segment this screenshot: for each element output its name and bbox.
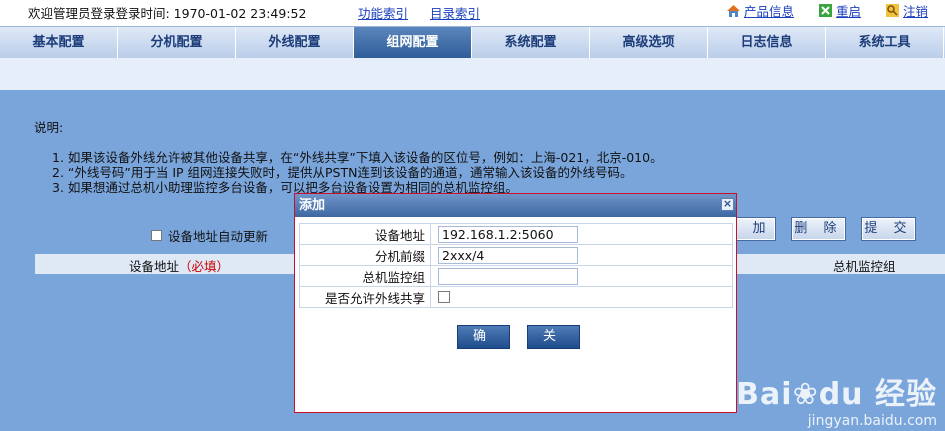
logout-link[interactable]: 注销 xyxy=(885,1,928,20)
monitor-group-cell xyxy=(430,265,733,287)
allow-trunk-share-checkbox[interactable] xyxy=(438,291,450,303)
logout-label: 注销 xyxy=(903,4,929,19)
watermark-brand-cn: 经验 xyxy=(875,377,937,412)
column-device-address: 设备地址（必填） xyxy=(129,256,229,275)
watermark-brand2: du xyxy=(818,377,864,412)
required-mark: （必填） xyxy=(179,259,230,274)
product-info-label: 产品信息 xyxy=(744,4,795,19)
tab-log-info[interactable]: 日志信息 xyxy=(708,27,826,58)
extension-prefix-input[interactable]: 2xxx/4 xyxy=(438,246,578,264)
restart-label: 重启 xyxy=(836,4,862,19)
tab-network-config[interactable]: 组网配置 xyxy=(354,27,472,58)
note-item: 2. “外线号码”用于当 IP 组网连接失败时，提供从PSTN连到该设备的通道，… xyxy=(52,165,633,180)
notes-list: 1. 如果该设备外线允许被其他设备共享，在“外线共享”下填入该设备的区位号，例如… xyxy=(52,150,663,195)
home-icon xyxy=(726,3,741,18)
device-address-cell: 192.168.1.2:5060 xyxy=(430,223,733,245)
confirm-button[interactable]: 确 定 xyxy=(457,325,510,366)
extension-prefix-cell: 2xxx/4 xyxy=(430,244,733,266)
directory-index-link[interactable]: 目录索引 xyxy=(430,3,480,22)
table-row: 是否允许外线共享 xyxy=(299,286,733,308)
auto-update-checkbox[interactable] xyxy=(151,230,162,241)
close-icon[interactable]: × xyxy=(721,198,734,211)
key-icon xyxy=(885,3,900,18)
tab-basic-config[interactable]: 基本配置 xyxy=(0,27,118,58)
submit-button[interactable]: 提 交 xyxy=(861,217,916,241)
table-row: 设备地址 192.168.1.2:5060 xyxy=(299,223,733,245)
monitor-group-label: 总机监控组 xyxy=(299,265,431,287)
product-info-link[interactable]: 产品信息 xyxy=(726,1,794,20)
dialog-title-bar[interactable]: 添加 × xyxy=(295,194,736,217)
sub-nav-bar xyxy=(0,58,945,90)
note-item: 1. 如果该设备外线允许被其他设备共享，在“外线共享”下填入该设备的区位号，例如… xyxy=(52,150,663,165)
device-address-input[interactable]: 192.168.1.2:5060 xyxy=(438,225,578,243)
dialog-title: 添加 xyxy=(299,198,326,213)
submit-button-label: 提 交 xyxy=(862,218,915,240)
table-row: 分机前缀 2xxx/4 xyxy=(299,244,733,266)
top-bar: 欢迎管理员登录登录时间: 1970-01-02 23:49:52 功能索引 目录… xyxy=(0,0,945,24)
watermark-url: jingyan.baidu.com xyxy=(807,413,937,429)
watermark-brand: Bai xyxy=(736,377,793,412)
paw-icon: ❀ xyxy=(792,377,819,412)
close-button[interactable]: 关 闭 xyxy=(527,325,580,366)
main-nav: 基本配置 分机配置 外线配置 组网配置 系统配置 高级选项 日志信息 系统工具 xyxy=(0,26,945,59)
allow-trunk-share-label: 是否允许外线共享 xyxy=(299,286,431,308)
restart-link[interactable]: 重启 xyxy=(818,1,861,20)
column-device-address-label: 设备地址 xyxy=(129,259,180,274)
welcome-text: 欢迎管理员登录登录时间: 1970-01-02 23:49:52 xyxy=(28,6,307,21)
delete-button-label: 删 除 xyxy=(792,218,845,240)
delete-button[interactable]: 删 除 xyxy=(791,217,846,241)
tab-system-config[interactable]: 系统配置 xyxy=(472,27,590,58)
allow-trunk-share-cell xyxy=(430,286,733,308)
function-index-link[interactable]: 功能索引 xyxy=(358,3,408,22)
tab-advanced-options[interactable]: 高级选项 xyxy=(590,27,708,58)
auto-update-label: 设备地址自动更新 xyxy=(168,229,269,244)
tab-extension-config[interactable]: 分机配置 xyxy=(118,27,236,58)
restart-icon xyxy=(818,3,833,18)
watermark-logo: Bai❀du 经验 xyxy=(736,369,937,413)
add-dialog: 添加 × 设备地址 192.168.1.2:5060 分机前缀 2xxx/4 总… xyxy=(294,193,737,413)
description-title: 说明: xyxy=(34,120,64,135)
monitor-group-input[interactable] xyxy=(438,267,578,285)
column-monitor-group: 总机监控组 xyxy=(833,259,896,274)
extension-prefix-label: 分机前缀 xyxy=(299,244,431,266)
device-address-label: 设备地址 xyxy=(299,223,431,245)
add-form: 设备地址 192.168.1.2:5060 分机前缀 2xxx/4 总机监控组 … xyxy=(299,223,733,308)
baidu-watermark: Bai❀du 经验 jingyan.baidu.com xyxy=(736,369,937,429)
table-row: 总机监控组 xyxy=(299,265,733,287)
tab-trunk-config[interactable]: 外线配置 xyxy=(236,27,354,58)
auto-update-option: 设备地址自动更新 xyxy=(151,226,268,245)
tab-system-tools[interactable]: 系统工具 xyxy=(826,27,944,58)
